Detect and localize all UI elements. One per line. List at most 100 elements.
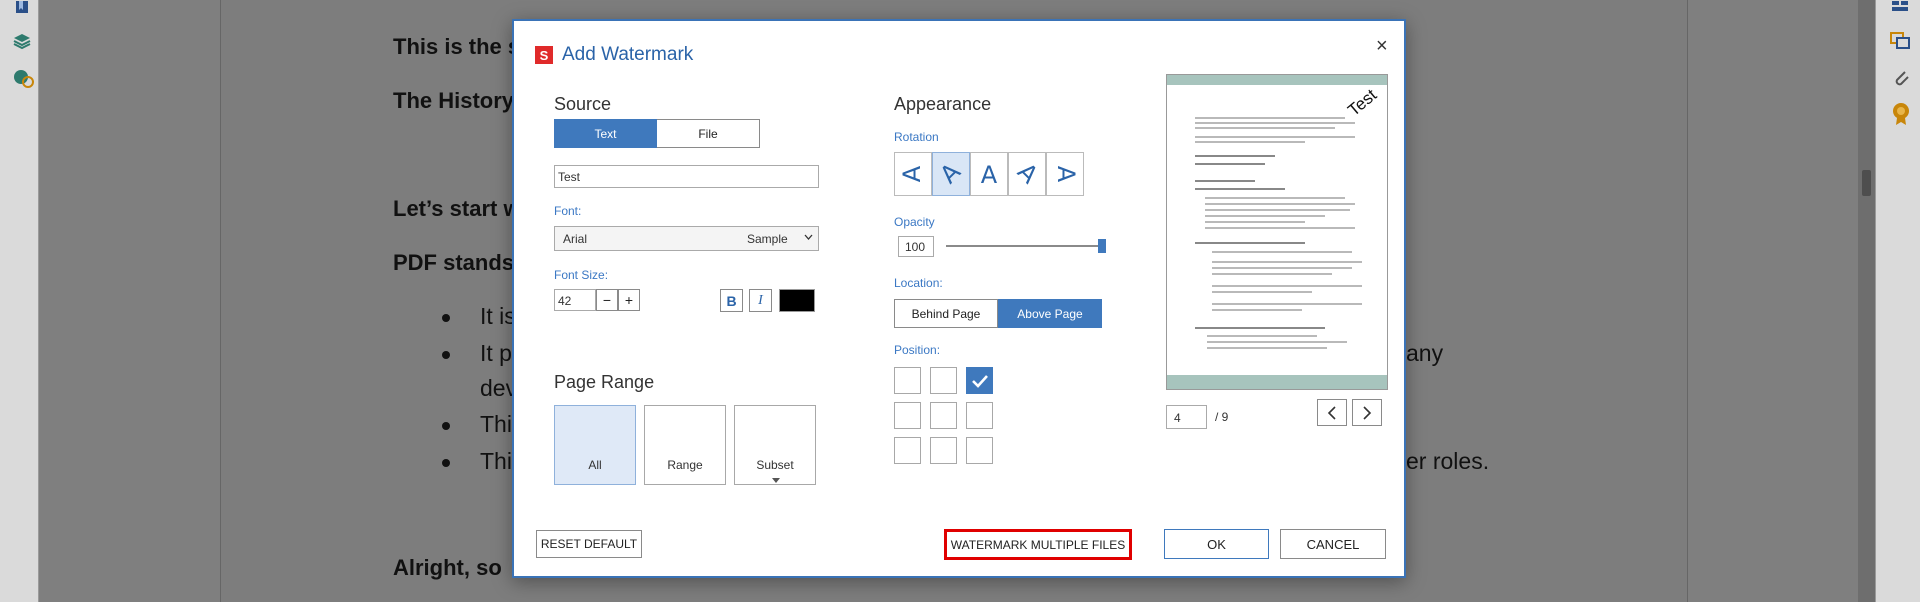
link-icon[interactable] — [13, 68, 34, 88]
position-bottom-center[interactable] — [930, 437, 957, 464]
rotation-label: Rotation — [894, 130, 939, 144]
position-middle-right[interactable] — [966, 402, 993, 429]
doc-fragment-right-2: er roles. — [1406, 448, 1490, 474]
doc-fragment-right-1: any — [1406, 340, 1444, 366]
ok-button[interactable]: OK — [1164, 529, 1269, 559]
paperclip-icon[interactable] — [1891, 68, 1911, 95]
thumbnails-icon[interactable] — [1890, 0, 1910, 18]
doc-line-4: PDF stands — [393, 250, 515, 275]
position-top-left[interactable] — [894, 367, 921, 394]
bullet-text-1: It is — [480, 303, 516, 329]
position-bottom-right[interactable] — [966, 437, 993, 464]
rotation-90-icon: A — [898, 165, 926, 182]
font-size-decrease-button[interactable]: − — [596, 289, 618, 311]
chevron-down-icon — [804, 231, 813, 246]
opacity-slider-track[interactable] — [946, 239, 1106, 253]
watermark-text-input[interactable]: Test — [554, 165, 819, 188]
behind-page-button[interactable]: Behind Page — [894, 299, 998, 328]
bullet-dot — [442, 422, 450, 430]
opacity-label: Opacity — [894, 215, 935, 229]
bullet-text-2: It p — [480, 340, 512, 366]
position-top-center[interactable] — [930, 367, 957, 394]
chevron-left-icon — [1327, 405, 1336, 420]
vertical-scrollbar[interactable] — [1858, 0, 1875, 602]
certificate-icon[interactable] — [1891, 102, 1911, 131]
app-logo-icon: S — [535, 46, 553, 64]
doc-line-2: The History — [393, 88, 515, 113]
layers-icon[interactable] — [13, 32, 31, 50]
cancel-button[interactable]: CANCEL — [1280, 529, 1386, 559]
rotation-45-icon: A — [936, 159, 966, 189]
bullet-dot — [442, 314, 450, 322]
doc-bottom-line: Alright, so — [393, 555, 502, 580]
italic-button[interactable]: I — [749, 289, 772, 312]
bullet-text-4: Thi — [480, 448, 512, 474]
svg-text:A: A — [898, 165, 926, 182]
color-picker-swatch[interactable] — [779, 289, 815, 312]
opacity-input[interactable]: 100 — [898, 236, 934, 257]
bullet-text-3: Thi — [480, 411, 512, 437]
preview-next-button[interactable] — [1352, 399, 1382, 426]
rotation-option-selected[interactable]: A — [932, 152, 970, 196]
svg-text:A: A — [981, 161, 998, 189]
doc-line-1: This is the s — [393, 34, 521, 59]
checkmark-icon — [971, 374, 988, 388]
page-range-subset-button[interactable]: Subset — [734, 405, 816, 485]
font-select-value: Arial — [563, 232, 588, 246]
appearance-heading: Appearance — [894, 94, 992, 114]
svg-text:A: A — [1052, 166, 1080, 183]
watermark-multiple-files-button[interactable]: WATERMARK MULTIPLE FILES — [944, 529, 1132, 560]
tab-text[interactable]: Text — [554, 119, 657, 148]
bold-button[interactable]: B — [720, 289, 743, 312]
right-toolbar — [1875, 0, 1920, 602]
preview-prev-button[interactable] — [1317, 399, 1347, 426]
doc-line-3: Let’s start w — [393, 196, 521, 221]
chevron-right-icon — [1363, 405, 1372, 420]
comment-icon[interactable] — [1890, 30, 1910, 55]
position-label: Position: — [894, 343, 941, 357]
position-middle-left[interactable] — [894, 402, 921, 429]
position-top-right[interactable] — [966, 367, 993, 394]
above-page-button[interactable]: Above Page — [998, 299, 1102, 328]
font-label: Font: — [554, 204, 582, 218]
left-toolbar — [0, 0, 39, 602]
rotation-minus90-icon: A — [1052, 166, 1080, 183]
preview-header-band — [1167, 75, 1387, 85]
preview-page-input[interactable]: 4 — [1166, 405, 1207, 429]
page-range-heading: Page Range — [554, 372, 655, 392]
position-middle-center[interactable] — [930, 402, 957, 429]
tab-file[interactable]: File — [657, 119, 760, 148]
rotation-option[interactable]: A — [1008, 152, 1046, 196]
svg-text:A: A — [1012, 159, 1042, 189]
rotation-option[interactable]: A — [970, 152, 1008, 196]
svg-text:A: A — [936, 159, 966, 189]
subset-label: Subset — [756, 458, 794, 472]
bookmark-icon[interactable] — [13, 0, 31, 18]
font-sample: Sample — [747, 232, 788, 246]
opacity-slider-handle[interactable] — [1098, 239, 1106, 253]
bullet-dot — [442, 459, 450, 467]
position-bottom-left[interactable] — [894, 437, 921, 464]
source-heading: Source — [554, 94, 612, 114]
rotation-option[interactable]: A — [1046, 152, 1084, 196]
bullet-dot — [442, 351, 450, 359]
add-watermark-dialog: S Add Watermark × Source Text File Test … — [512, 19, 1406, 578]
font-size-increase-button[interactable]: + — [618, 289, 640, 311]
preview-footer-band — [1167, 375, 1387, 389]
watermark-preview: Test — [1166, 74, 1388, 390]
caret-down-icon — [772, 472, 780, 486]
rotation-option[interactable]: A — [894, 152, 932, 196]
rotation-0-icon: A — [981, 161, 998, 189]
page-range-range-button[interactable]: Range — [644, 405, 726, 485]
font-size-label: Font Size: — [554, 268, 609, 282]
page-range-all-button[interactable]: All — [554, 405, 636, 485]
font-select[interactable]: Arial Sample — [554, 226, 819, 251]
font-size-input[interactable]: 42 — [554, 289, 596, 311]
close-icon[interactable]: × — [1376, 35, 1388, 58]
rotation-minus45-icon: A — [1012, 159, 1042, 189]
reset-default-button[interactable]: RESET DEFAULT — [536, 530, 642, 558]
preview-watermark-text: Test — [1344, 85, 1381, 120]
dialog-title: Add Watermark — [562, 44, 694, 65]
scrollbar-thumb[interactable] — [1862, 170, 1871, 196]
preview-page-total: / 9 — [1215, 410, 1229, 424]
